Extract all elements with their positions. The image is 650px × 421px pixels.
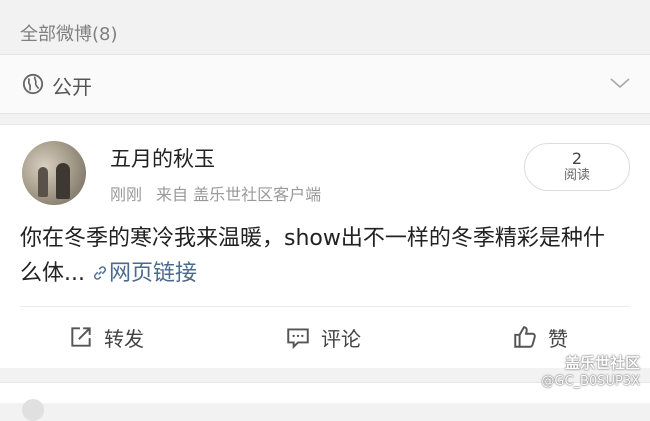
repost-icon [71,327,91,347]
repost-label: 转发 [104,326,144,351]
post-source[interactable]: 来自 盖乐世社区客户端 [156,185,321,204]
avatar-figure [38,167,48,197]
post-time: 刚刚 [110,185,143,204]
avatar[interactable] [22,141,86,205]
visibility-selector[interactable]: 公开 [0,54,650,114]
post-meta: 刚刚 来自 盖乐世社区客户端 [110,181,321,205]
repost-button[interactable]: 转发 [68,317,144,357]
globe-icon [22,73,44,95]
watermark-title: 盖乐世社区 [564,354,640,372]
chevron-down-icon[interactable] [608,71,632,95]
like-label: 赞 [548,326,568,351]
visibility-label: 公开 [52,75,92,99]
avatar[interactable] [22,399,44,421]
section-title: 全部微博(8) [20,24,118,45]
read-label: 阅读 [563,168,590,183]
read-count: 2 [571,149,583,168]
like-button[interactable]: 赞 [512,317,568,357]
divider [20,306,630,307]
comment-label: 评论 [321,326,361,351]
section-header: 全部微博(8) [0,0,650,54]
username[interactable]: 五月的秋玉 [110,143,215,173]
read-count-badge: 2 阅读 [524,143,630,191]
post-text[interactable]: 你在冬季的寒冷我来温暖，show出不一样的冬季精彩是种什么体... 网页链接 [20,221,620,291]
comment-button[interactable]: 评论 [285,317,361,357]
watermark-handle: @GC_B0SUP3X [541,374,640,389]
post-card[interactable]: 五月的秋玉 刚刚 来自 盖乐世社区客户端 2 阅读 你在冬季的寒冷我来温暖，sho… [0,124,650,369]
thumbs-up-icon [514,326,536,348]
link-icon [93,266,106,280]
web-link[interactable]: 网页链接 [85,261,197,286]
avatar-figure [56,163,70,199]
comment-icon [287,328,309,350]
web-link-label: 网页链接 [108,261,197,286]
